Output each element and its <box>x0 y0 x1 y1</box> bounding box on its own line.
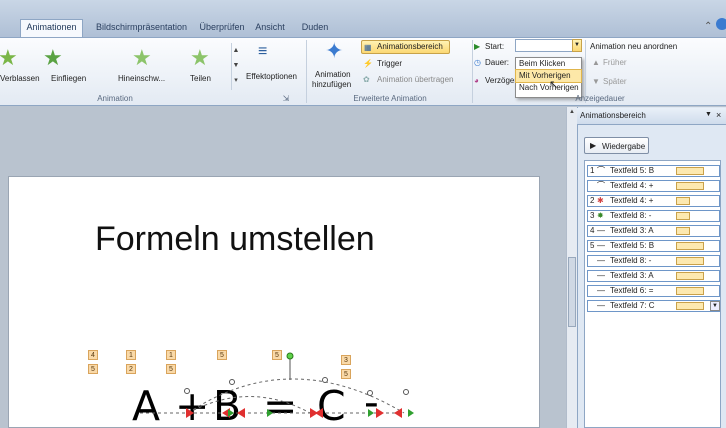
start-marker-icon <box>368 409 374 417</box>
animation-neu-anordnen-label: Animation neu anordnen <box>590 42 678 51</box>
animation-badge[interactable]: 2 <box>126 364 136 374</box>
arc-path-icon: ⌒ <box>597 181 605 190</box>
selection-handle-icon[interactable] <box>184 388 190 394</box>
group-label-anzeigedauer: Anzeigedauer <box>575 94 625 103</box>
arc-path-icon: ⌒ <box>597 166 605 175</box>
animation-list-item[interactable]: ⌒ Textfeld 4: + <box>587 180 720 192</box>
animation-pane-title: Animationsbereich <box>580 111 646 120</box>
move-earlier-icon: ▲ <box>592 58 600 67</box>
timeline-bar <box>676 167 704 175</box>
end-marker-icon <box>237 408 245 418</box>
animation-list-item[interactable]: — Textfeld 8: - <box>587 255 720 267</box>
animation-badge[interactable]: 5 <box>341 369 351 379</box>
animation-list-item[interactable]: — Textfeld 6: = <box>587 285 720 297</box>
line-path-icon: — <box>597 241 605 250</box>
line-path-icon: — <box>597 301 605 310</box>
selection-handle-icon[interactable] <box>322 377 328 383</box>
animation-list: 1 ⌒ Textfeld 5: B ⌒ Textfeld 4: + 2 ✱ Textfel… <box>584 160 721 428</box>
animation-list-item[interactable]: 5— Textfeld 5: B <box>587 240 720 252</box>
animation-badge[interactable]: 5 <box>166 364 176 374</box>
move-later-icon: ▼ <box>592 77 600 86</box>
timeline-bar <box>676 242 704 250</box>
motion-path-arc[interactable] <box>187 378 405 414</box>
scroll-up-icon[interactable]: ▲ <box>567 109 577 115</box>
line-path-icon: — <box>597 226 605 235</box>
end-marker-icon <box>376 408 384 418</box>
animation-list-item[interactable]: 2 ✱ Textfeld 4: + <box>587 195 720 207</box>
end-marker-icon <box>186 408 194 418</box>
slide-vertical-scrollbar[interactable]: ▲ <box>566 107 577 428</box>
animation-list-item[interactable]: — Textfeld 3: A <box>587 270 720 282</box>
end-marker-icon <box>315 408 323 418</box>
spin-emphasis-icon: ✱ <box>597 196 604 205</box>
wiedergabe-label: Wiedergabe <box>602 142 646 151</box>
minimize-ribbon-icon[interactable]: ⌃ <box>704 21 712 32</box>
animation-badge[interactable]: 1 <box>126 350 136 360</box>
start-marker-icon <box>267 409 273 417</box>
start-dropdown-arrow-icon[interactable]: ▼ <box>572 39 582 52</box>
help-icon[interactable] <box>716 18 726 30</box>
close-pane-icon[interactable]: × <box>716 110 721 120</box>
spaeter-button[interactable]: Später <box>603 77 627 86</box>
animation-badge[interactable]: 3 <box>341 355 351 365</box>
timeline-bar <box>676 287 704 295</box>
animation-pane-header: Animationsbereich ▼ × <box>577 108 726 125</box>
timeline-bar <box>676 212 690 220</box>
animation-list-item[interactable]: 1 ⌒ Textfeld 5: B <box>587 165 720 177</box>
line-path-icon: — <box>597 271 605 280</box>
play-icon: ▶ <box>590 141 597 150</box>
start-marker-icon <box>408 409 414 417</box>
animation-list-item[interactable]: 4— Textfeld 3: A <box>587 225 720 237</box>
timeline-bar <box>676 302 704 310</box>
animation-badge[interactable]: 1 <box>166 350 176 360</box>
line-path-icon: — <box>597 286 605 295</box>
animation-list-item[interactable]: — Textfeld 7: C ▼ <box>587 300 720 312</box>
timeline-bar <box>676 182 704 190</box>
motion-path-arc[interactable] <box>187 396 311 414</box>
line-path-icon: — <box>597 256 605 265</box>
sparkle-entrance-icon: ✸ <box>597 211 604 220</box>
pane-menu-icon[interactable]: ▼ <box>705 111 712 118</box>
rotate-handle-icon[interactable] <box>286 352 294 360</box>
scrollbar-thumb[interactable] <box>568 257 576 327</box>
animation-badge[interactable]: 5 <box>217 350 227 360</box>
animation-list-item[interactable]: 3 ✸ Textfeld 8: - <box>587 210 720 222</box>
timeline-bar <box>676 227 690 235</box>
selection-handle-icon[interactable] <box>229 379 235 385</box>
frueher-button[interactable]: Früher <box>603 58 627 67</box>
animation-badge[interactable]: 4 <box>88 350 98 360</box>
selection-handle-icon[interactable] <box>367 390 373 396</box>
selection-handle-icon[interactable] <box>403 389 409 395</box>
timeline-bar <box>676 197 690 205</box>
animation-badge[interactable]: 5 <box>272 350 282 360</box>
wiedergabe-button[interactable]: ▶ Wiedergabe <box>584 137 649 154</box>
timeline-bar <box>676 272 704 280</box>
start-marker-icon <box>228 409 234 417</box>
timeline-bar <box>676 257 704 265</box>
motion-paths-overlay <box>140 352 414 418</box>
item-dropdown-icon[interactable]: ▼ <box>710 301 720 311</box>
animation-badge[interactable]: 5 <box>88 364 98 374</box>
